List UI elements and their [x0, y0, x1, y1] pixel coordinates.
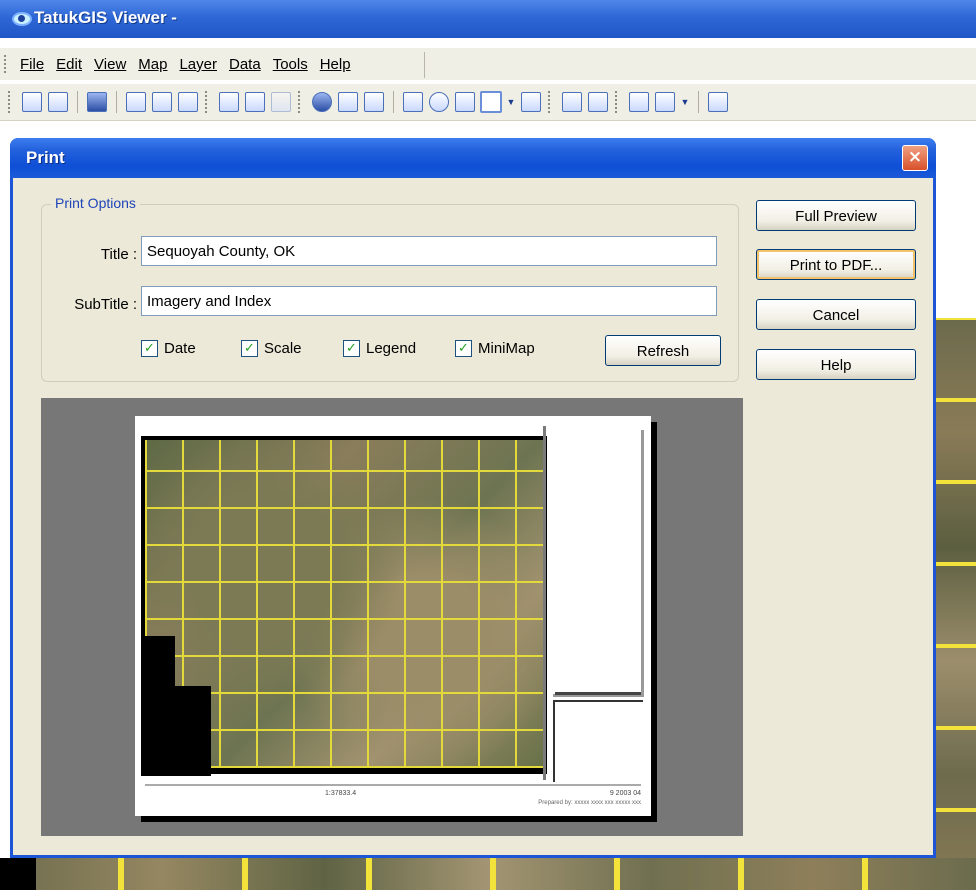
- print-dialog: Print × Print Options Title : SubTitle :…: [10, 138, 936, 858]
- dialog-titlebar[interactable]: Print ×: [10, 138, 936, 178]
- menu-grip-icon[interactable]: [4, 55, 8, 73]
- background-map-bottom[interactable]: [0, 858, 976, 890]
- dialog-title: Print: [26, 148, 65, 167]
- delete-icon[interactable]: [270, 91, 292, 113]
- date-text: 9 2003 04: [609, 790, 641, 797]
- open-icon[interactable]: [47, 91, 69, 113]
- paste-icon[interactable]: [244, 91, 266, 113]
- legend-frame: [553, 430, 644, 697]
- zoom-extent-icon[interactable]: [337, 91, 359, 113]
- minimap-frame: [553, 700, 643, 782]
- map-mask: [141, 686, 211, 776]
- check-icon[interactable]: ✓: [455, 340, 472, 357]
- help-button[interactable]: Help: [756, 349, 916, 380]
- toolbar-grip-icon[interactable]: [615, 91, 620, 113]
- check-icon[interactable]: ✓: [343, 340, 360, 357]
- subtitle-label: SubTitle :: [74, 296, 137, 313]
- map-top-edge: [145, 436, 545, 440]
- menu-view[interactable]: View: [88, 53, 132, 76]
- check-icon[interactable]: ✓: [141, 340, 158, 357]
- preview-page: 1:37833.4 9 2003 04 Prepared by: xxxxx x…: [135, 416, 651, 816]
- print-pdf-button[interactable]: Print to PDF...: [756, 249, 916, 280]
- scale-checkbox-label: Scale: [264, 340, 302, 357]
- menu-map[interactable]: Map: [132, 53, 173, 76]
- add-layer-icon[interactable]: [561, 91, 583, 113]
- legend-divider: [555, 692, 641, 695]
- save-icon[interactable]: [86, 91, 108, 113]
- page-divider: [543, 426, 546, 780]
- scale-text: 1:37833.4: [325, 790, 357, 797]
- ruler-icon[interactable]: [628, 91, 650, 113]
- menu-help[interactable]: Help: [314, 53, 357, 76]
- toolbar-grip-icon[interactable]: [205, 91, 210, 113]
- toolbar-separator: [77, 91, 78, 113]
- print-options-label: Print Options: [51, 195, 140, 211]
- zoom-layer-icon[interactable]: [363, 91, 385, 113]
- map-mask: [141, 636, 175, 686]
- toolbar-separator: [698, 91, 699, 113]
- select-icon[interactable]: [480, 91, 502, 113]
- title-label: Title :: [100, 246, 137, 263]
- minimap-checkbox-label: MiniMap: [478, 340, 535, 357]
- toolbar: ▼ ▼: [0, 84, 976, 121]
- pan-icon[interactable]: [454, 91, 476, 113]
- zoom-icon[interactable]: [428, 91, 450, 113]
- search-icon[interactable]: [707, 91, 729, 113]
- toolbar-grip-icon[interactable]: [298, 91, 303, 113]
- menu-data[interactable]: Data: [223, 53, 267, 76]
- background-map-right[interactable]: [936, 318, 976, 890]
- scale-bar: [145, 784, 641, 786]
- print-setup-icon[interactable]: [151, 91, 173, 113]
- toolbar-separator: [116, 91, 117, 113]
- edit-icon[interactable]: [654, 91, 676, 113]
- date-checkbox[interactable]: ✓ Date: [141, 340, 196, 357]
- print-preview-area[interactable]: 1:37833.4 9 2003 04 Prepared by: xxxxx x…: [41, 398, 743, 836]
- check-icon[interactable]: ✓: [241, 340, 258, 357]
- menu-tools[interactable]: Tools: [267, 53, 314, 76]
- menu-divider: [424, 52, 425, 78]
- chevron-down-icon[interactable]: ▼: [680, 91, 690, 113]
- print-icon[interactable]: [125, 91, 147, 113]
- toolbar-separator: [393, 91, 394, 113]
- footer-text: Prepared by: xxxxx xxxx xxx xxxxx xxx: [538, 800, 641, 806]
- minimap-checkbox[interactable]: ✓ MiniMap: [455, 340, 535, 357]
- close-icon[interactable]: ×: [902, 145, 928, 171]
- toolbar-grip-icon[interactable]: [548, 91, 553, 113]
- date-checkbox-label: Date: [164, 340, 196, 357]
- menu-edit[interactable]: Edit: [50, 53, 88, 76]
- menu-file[interactable]: File: [14, 53, 50, 76]
- copy-icon[interactable]: [218, 91, 240, 113]
- refresh-button[interactable]: Refresh: [605, 335, 721, 366]
- subtitle-input[interactable]: [141, 286, 717, 316]
- scale-checkbox[interactable]: ✓ Scale: [241, 340, 302, 357]
- background-map-edge: [0, 858, 36, 890]
- title-input[interactable]: [141, 236, 717, 266]
- deselect-icon[interactable]: [520, 91, 542, 113]
- app-title: TatukGIS Viewer -: [34, 8, 177, 27]
- cancel-button[interactable]: Cancel: [756, 299, 916, 330]
- new-icon[interactable]: [21, 91, 43, 113]
- print-preview-icon[interactable]: [177, 91, 199, 113]
- zoom-window-icon[interactable]: [402, 91, 424, 113]
- chevron-down-icon[interactable]: ▼: [506, 91, 516, 113]
- toolbar-grip-icon[interactable]: [8, 91, 13, 113]
- menu-bar: File Edit View Map Layer Data Tools Help: [0, 48, 976, 80]
- menu-layer[interactable]: Layer: [173, 53, 223, 76]
- app-logo-icon: [12, 12, 32, 26]
- remove-layer-icon[interactable]: [587, 91, 609, 113]
- full-preview-button[interactable]: Full Preview: [756, 200, 916, 231]
- legend-checkbox[interactable]: ✓ Legend: [343, 340, 416, 357]
- globe-icon[interactable]: [311, 91, 333, 113]
- app-titlebar: TatukGIS Viewer -: [0, 0, 976, 38]
- legend-checkbox-label: Legend: [366, 340, 417, 357]
